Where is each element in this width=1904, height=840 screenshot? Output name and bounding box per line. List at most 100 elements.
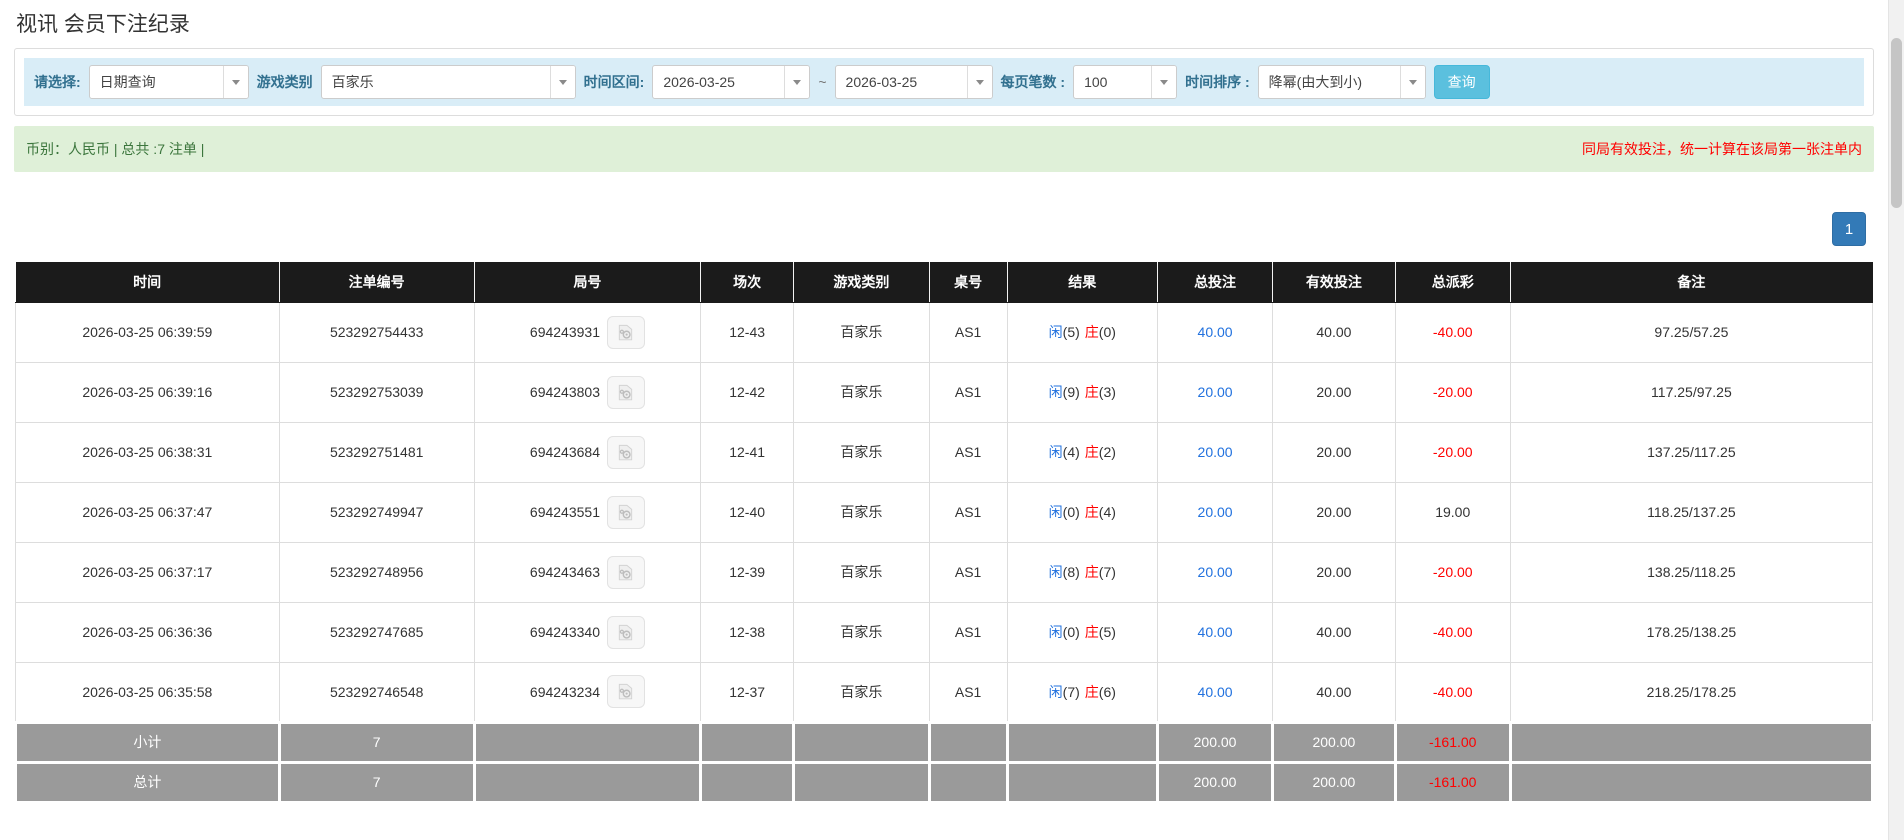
table-row: 2026-03-25 06:36:36 523292747685 6942433… [16,602,1873,662]
valid-bet-amount: 40.00 [1316,624,1351,640]
col-game-type: 游戏类别 [794,262,930,302]
cell-bet-id: 523292746548 [279,662,474,722]
date-to-select[interactable]: 2026-03-25 [835,65,993,99]
total-bet-link[interactable]: 20.00 [1198,384,1233,400]
cell-payout: -20.00 [1395,362,1510,422]
cell-game: 百家乐 [794,662,930,722]
payout-amount: -20.00 [1433,384,1473,400]
cell-session: 12-39 [701,542,794,602]
video-replay-button[interactable] [607,496,645,529]
total-bet-link[interactable]: 20.00 [1198,504,1233,520]
chevron-down-icon[interactable] [550,66,575,98]
chevron-down-icon[interactable] [967,66,992,98]
balance-note: 138.25/118.25 [1647,564,1736,580]
video-replay-button[interactable] [607,316,645,349]
total-bet-link[interactable]: 40.00 [1198,684,1233,700]
video-replay-button[interactable] [607,556,645,589]
date-from-select[interactable]: 2026-03-25 [652,65,810,99]
player-result-count: (8) [1063,564,1080,580]
player-result-label: 闲 [1049,684,1063,700]
total-bet-link[interactable]: 40.00 [1198,624,1233,640]
chevron-down-icon[interactable] [1400,66,1425,98]
cell-valid-bet: 40.00 [1273,602,1396,662]
cell-result: 闲(4)庄(2) [1007,422,1157,482]
page-size-select[interactable]: 100 [1073,65,1177,99]
col-bet-id: 注单编号 [279,262,474,302]
chevron-down-icon[interactable] [1151,66,1176,98]
cell-note: 218.25/178.25 [1510,662,1872,722]
cell-note: 138.25/118.25 [1510,542,1872,602]
cell-total-bet: 20.00 [1158,422,1273,482]
valid-bet-amount: 20.00 [1316,384,1351,400]
vertical-scrollbar[interactable] [1888,0,1904,840]
player-result-count: (7) [1063,684,1080,700]
grand-total-valid-bet: 200.00 [1273,762,1396,802]
time-sort-select[interactable]: 降幂(由大到小) [1258,65,1426,99]
cell-bet-id: 523292747685 [279,602,474,662]
cell-result: 闲(8)庄(7) [1007,542,1157,602]
select-type-label: 请选择: [34,72,81,92]
table-number: AS1 [955,684,981,700]
session-number: 12-38 [729,624,765,640]
table-number: AS1 [955,504,981,520]
chevron-down-icon[interactable] [784,66,809,98]
cell-payout: 19.00 [1395,482,1510,542]
table-summary: 小计 7 200.00 200.00 -161.00 总计 7 200.00 2… [16,722,1873,802]
query-type-select[interactable]: 日期查询 [89,65,249,99]
game-type: 百家乐 [840,444,882,460]
cell-table-no: AS1 [929,302,1007,362]
grand-total-count: 7 [279,762,474,802]
video-replay-button[interactable] [607,436,645,469]
table-row: 2026-03-25 06:39:16 523292753039 6942438… [16,362,1873,422]
cell-table-no: AS1 [929,662,1007,722]
table-number: AS1 [955,564,981,580]
cell-game: 百家乐 [794,602,930,662]
session-number: 12-39 [729,564,765,580]
cell-valid-bet: 20.00 [1273,542,1396,602]
scrollbar-thumb[interactable] [1891,38,1902,208]
balance-note: 118.25/137.25 [1647,504,1736,520]
session-number: 12-41 [729,444,765,460]
col-table-no: 桌号 [929,262,1007,302]
bet-time: 2026-03-25 06:39:16 [82,384,212,400]
player-result-label: 闲 [1049,324,1063,340]
query-button[interactable]: 查询 [1434,65,1490,99]
cell-game: 百家乐 [794,362,930,422]
game-type-select[interactable]: 百家乐 [321,65,576,99]
cell-note: 97.25/57.25 [1510,302,1872,362]
payout-amount: -40.00 [1433,624,1473,640]
session-number: 12-42 [729,384,765,400]
cell-game: 百家乐 [794,422,930,482]
cell-time: 2026-03-25 06:37:47 [16,482,280,542]
col-round: 局号 [474,262,701,302]
valid-bet-amount: 40.00 [1316,324,1351,340]
query-type-value: 日期查询 [90,66,223,98]
cell-payout: -40.00 [1395,302,1510,362]
cell-time: 2026-03-25 06:38:31 [16,422,280,482]
table-header: 时间 注单编号 局号 场次 游戏类别 桌号 结果 总投注 有效投注 总派彩 备注 [16,262,1873,302]
bet-id: 523292747685 [330,624,423,640]
valid-bet-amount: 40.00 [1316,684,1351,700]
bet-time: 2026-03-25 06:35:58 [82,684,212,700]
cell-time: 2026-03-25 06:35:58 [16,662,280,722]
cell-table-no: AS1 [929,542,1007,602]
cell-result: 闲(7)庄(6) [1007,662,1157,722]
video-replay-button[interactable] [607,616,645,649]
video-replay-button[interactable] [607,376,645,409]
total-bet-link[interactable]: 40.00 [1198,324,1233,340]
game-type: 百家乐 [840,564,882,580]
video-file-icon [616,383,635,402]
total-bet-link[interactable]: 20.00 [1198,564,1233,580]
total-bet-link[interactable]: 20.00 [1198,444,1233,460]
cell-result: 闲(9)庄(3) [1007,362,1157,422]
video-replay-button[interactable] [607,675,645,708]
payout-amount: -20.00 [1433,564,1473,580]
cell-session: 12-37 [701,662,794,722]
balance-note: 137.25/117.25 [1647,444,1736,460]
chevron-down-icon[interactable] [223,66,248,98]
bet-id: 523292746548 [330,684,423,700]
banker-result-label: 庄 [1085,624,1099,640]
page-1-button[interactable]: 1 [1832,212,1866,246]
time-sort-value: 降幂(由大到小) [1259,66,1400,98]
video-file-icon [616,563,635,582]
